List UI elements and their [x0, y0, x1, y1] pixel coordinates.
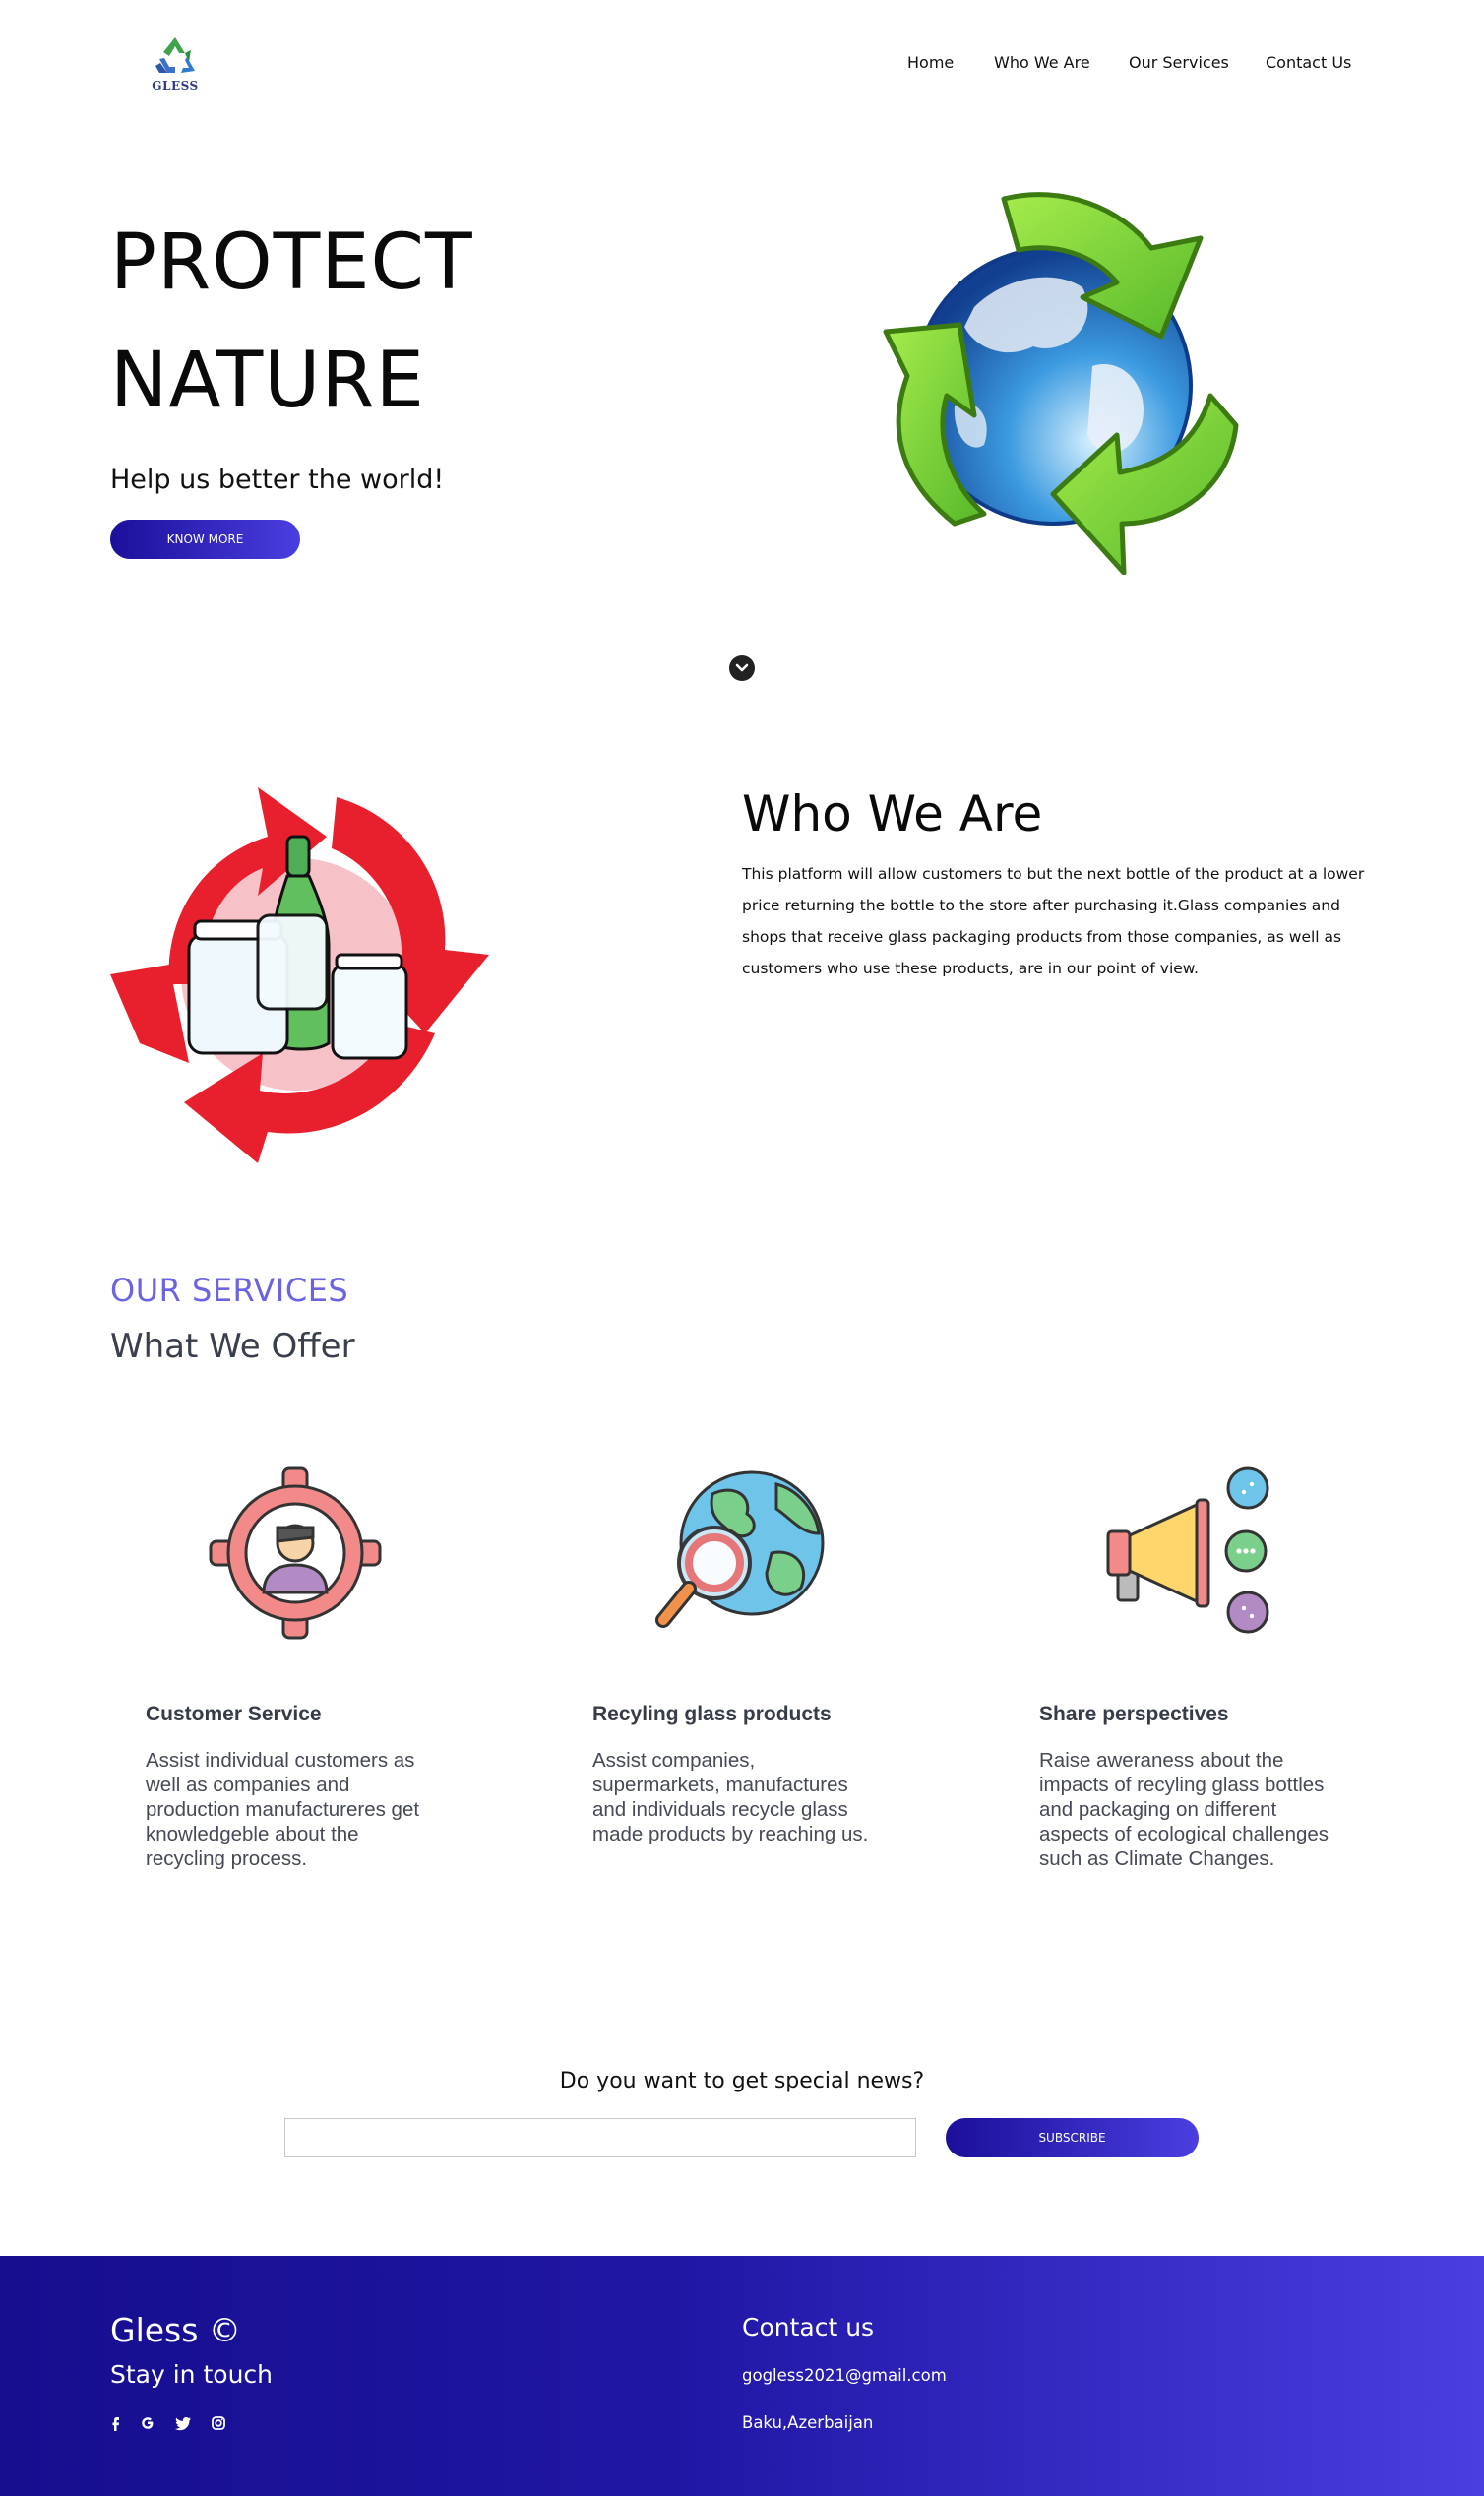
instagram-icon[interactable]: [209, 2413, 228, 2433]
twitter-icon[interactable]: [173, 2413, 193, 2433]
service-heading-customer: Customer Service: [146, 1703, 322, 1725]
hero-subtitle: Help us better the world!: [110, 465, 445, 495]
nav-who-we-are[interactable]: Who We Are: [994, 53, 1090, 72]
globe-magnifier-icon: [653, 1465, 831, 1642]
footer-stay-in-touch: Stay in touch: [110, 2360, 274, 2389]
hero-title-line2: NATURE: [110, 337, 425, 425]
newsletter-email-input[interactable]: [284, 2118, 916, 2157]
services-kicker: OUR SERVICES: [110, 1272, 349, 1309]
footer-address: Baku,Azerbaijan: [742, 2413, 874, 2432]
recycle-logo-icon: [155, 37, 195, 73]
nav-contact-us[interactable]: Contact Us: [1266, 53, 1351, 72]
footer-brand: Gless ©: [110, 2311, 241, 2349]
facebook-icon[interactable]: [106, 2413, 126, 2433]
recycle-globe-icon: [883, 192, 1239, 576]
customer-target-icon: [207, 1465, 384, 1642]
who-we-are-title: Who We Are: [742, 785, 1043, 842]
service-body-share: Raise aweraness about the impacts of rec…: [1039, 1749, 1329, 1870]
service-body-recycling: Assist companies, supermarkets, manufact…: [592, 1749, 869, 1845]
hero-title-line1: PROTECT: [110, 218, 473, 307]
footer-email[interactable]: gogless2021@gmail.com: [742, 2366, 947, 2385]
know-more-button[interactable]: KNOW MORE: [110, 520, 300, 559]
who-we-are-text: This platform will allow customers to bu…: [742, 865, 1365, 977]
service-body-customer: Assist individual customers as well as c…: [146, 1749, 420, 1870]
glass-recycle-image: [110, 778, 492, 1163]
service-heading-recycling: Recyling glass products: [592, 1703, 832, 1725]
megaphone-icon: [1100, 1465, 1277, 1642]
footer-contact-title: Contact us: [742, 2313, 875, 2341]
logo-text: GLESS: [152, 79, 199, 93]
hero-image: [866, 189, 1244, 576]
nav-our-services[interactable]: Our Services: [1129, 53, 1229, 72]
scroll-down-icon[interactable]: [729, 655, 755, 681]
glass-bottles-recycle-icon: [110, 787, 489, 1163]
service-heading-share: Share perspectives: [1039, 1703, 1229, 1725]
google-icon[interactable]: [138, 2413, 157, 2433]
subscribe-button[interactable]: SUBSCRIBE: [946, 2118, 1199, 2157]
services-title: What We Offer: [110, 1327, 355, 1366]
newsletter-question: Do you want to get special news?: [559, 2069, 925, 2093]
nav-home[interactable]: Home: [907, 53, 954, 72]
